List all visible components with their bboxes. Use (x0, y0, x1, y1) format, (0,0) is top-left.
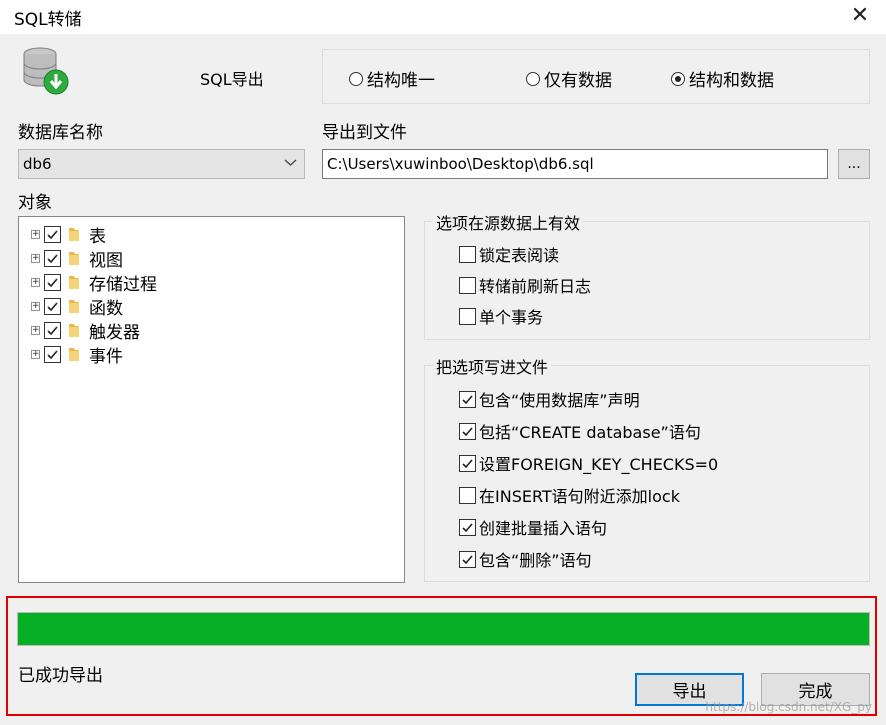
tree-item-label: 事件 (89, 346, 123, 367)
option-label: 锁定表阅读 (479, 246, 560, 265)
tree-item-functions[interactable]: + 函数 (31, 295, 123, 319)
tree-item-label: 触发器 (89, 322, 140, 343)
tree-item-events[interactable]: + 事件 (31, 343, 123, 367)
expand-icon[interactable]: + (31, 229, 40, 239)
option-label: 单个事务 (479, 308, 544, 327)
window-title: SQL转储 (14, 10, 82, 30)
chevron-down-icon (284, 156, 297, 173)
option-label: 包括“CREATE database”语句 (479, 423, 701, 442)
expand-icon[interactable]: + (31, 325, 40, 335)
tree-item-triggers[interactable]: + 触发器 (31, 319, 140, 343)
status-text: 已成功导出 (18, 666, 103, 686)
option-insert-lock[interactable]: 在INSERT语句附近添加lock (459, 483, 680, 507)
option-bulk-insert[interactable]: 创建批量插入语句 (459, 515, 607, 539)
option-label: 包含“使用数据库”声明 (479, 391, 640, 410)
option-label: 在INSERT语句附近添加lock (479, 487, 680, 506)
folder-icon (69, 323, 79, 337)
database-export-icon (20, 44, 72, 96)
expand-icon[interactable]: + (31, 253, 40, 263)
checkbox-checked[interactable] (459, 454, 476, 472)
option-flush-logs[interactable]: 转储前刷新日志 (459, 273, 591, 297)
checkbox-unchecked[interactable] (459, 245, 476, 263)
folder-icon (69, 299, 79, 313)
folder-icon (69, 227, 79, 241)
checkbox-checked[interactable] (44, 345, 61, 363)
radio-label: 仅有数据 (544, 71, 612, 91)
option-use-database[interactable]: 包含“使用数据库”声明 (459, 387, 640, 411)
checkbox-unchecked[interactable] (459, 276, 476, 294)
checkbox-unchecked[interactable] (459, 307, 476, 325)
checkbox-checked[interactable] (44, 321, 61, 339)
progress-fill (18, 613, 869, 645)
option-label: 创建批量插入语句 (479, 519, 608, 538)
radio-structure-and-data[interactable]: 结构和数据 (671, 66, 774, 91)
group-title: 选项在源数据上有效 (433, 210, 584, 234)
export-mode-group: 结构唯一 仅有数据 结构和数据 (322, 49, 870, 104)
folder-icon (69, 251, 79, 265)
export-file-path-input[interactable] (322, 149, 828, 179)
export-file-label: 导出到文件 (322, 123, 407, 143)
expand-icon[interactable]: + (31, 277, 40, 287)
checkbox-checked[interactable] (44, 273, 61, 291)
file-options-group: 把选项写进文件 包含“使用数据库”声明 包括“CREATE database”语… (424, 354, 870, 582)
option-lock-tables[interactable]: 锁定表阅读 (459, 242, 559, 266)
tree-item-label: 视图 (89, 250, 123, 271)
radio-label: 结构唯一 (367, 71, 435, 91)
radio-data-only[interactable]: 仅有数据 (526, 66, 612, 91)
option-drop-statements[interactable]: 包含“删除”语句 (459, 547, 592, 571)
progress-bar (17, 612, 870, 646)
database-label: 数据库名称 (18, 123, 103, 143)
objects-label: 对象 (18, 193, 52, 213)
option-label: 包含“删除”语句 (479, 551, 592, 570)
browse-button[interactable]: ... (838, 149, 870, 179)
expand-icon[interactable]: + (31, 301, 40, 311)
source-options-group: 选项在源数据上有效 锁定表阅读 转储前刷新日志 单个事务 (424, 210, 870, 340)
radio-circle (349, 71, 363, 86)
watermark-text: https://blog.csdn.net/XG_py (705, 700, 872, 714)
radio-circle-selected (671, 71, 685, 86)
option-create-database[interactable]: 包括“CREATE database”语句 (459, 419, 701, 443)
radio-structure-only[interactable]: 结构唯一 (349, 66, 435, 91)
database-select[interactable]: db6 (18, 149, 305, 179)
group-title: 把选项写进文件 (433, 354, 552, 378)
tree-item-tables[interactable]: + 表 (31, 223, 106, 247)
checkbox-checked[interactable] (44, 249, 61, 267)
checkbox-checked[interactable] (44, 225, 61, 243)
tree-item-label: 存储过程 (89, 274, 157, 295)
objects-tree: + 表 + 视图 + 存储过程 + 函数 + 触发器 + 事件 (18, 216, 405, 583)
option-label: 设置FOREIGN_KEY_CHECKS=0 (479, 455, 719, 474)
checkbox-checked[interactable] (459, 550, 476, 568)
title-bar: SQL转储 ✕ (0, 0, 886, 34)
checkbox-checked[interactable] (459, 390, 476, 408)
database-selected-value: db6 (23, 155, 52, 173)
folder-icon (69, 275, 79, 289)
checkbox-unchecked[interactable] (459, 486, 476, 504)
tree-item-label: 表 (89, 226, 106, 247)
checkbox-checked[interactable] (459, 518, 476, 536)
option-foreign-key-checks[interactable]: 设置FOREIGN_KEY_CHECKS=0 (459, 451, 718, 475)
tree-item-label: 函数 (89, 298, 123, 319)
export-title: SQL导出 (200, 70, 264, 89)
folder-icon (69, 347, 79, 361)
checkbox-checked[interactable] (44, 297, 61, 315)
radio-label: 结构和数据 (689, 71, 774, 91)
option-label: 转储前刷新日志 (479, 277, 592, 296)
checkbox-checked[interactable] (459, 422, 476, 440)
expand-icon[interactable]: + (31, 349, 40, 359)
tree-item-procedures[interactable]: + 存储过程 (31, 271, 157, 295)
close-icon[interactable]: ✕ (842, 0, 878, 30)
option-single-transaction[interactable]: 单个事务 (459, 304, 543, 328)
radio-circle (526, 71, 540, 86)
tree-item-views[interactable]: + 视图 (31, 247, 123, 271)
